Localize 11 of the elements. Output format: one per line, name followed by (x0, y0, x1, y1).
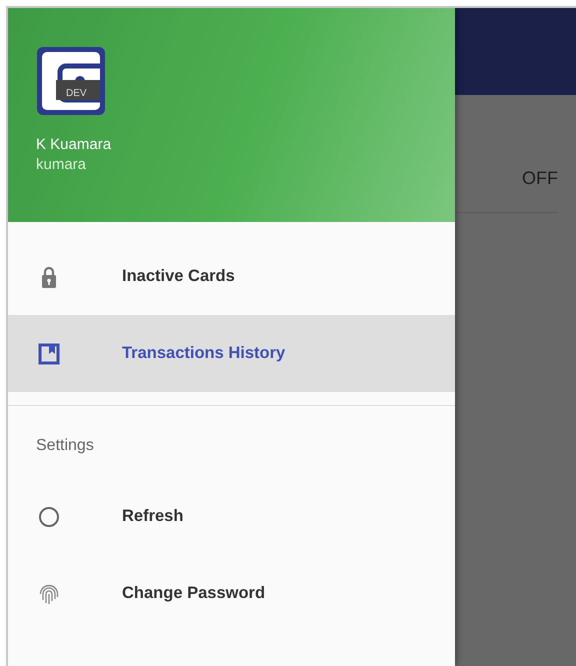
toggle-label: OFF (522, 167, 558, 190)
user-login: kumara (36, 155, 88, 175)
bookmark-icon (36, 340, 62, 366)
menu-item[interactable]: Change Password (8, 555, 455, 632)
menu-item[interactable]: Transactions History (8, 315, 455, 392)
app-logo-icon (36, 46, 106, 116)
dev-badge-text: DEV (66, 87, 88, 101)
user-name: K Kuamara (36, 135, 112, 155)
menu-item[interactable]: Inactive Cards (8, 238, 455, 315)
section-title: Settings (36, 437, 94, 454)
menu-item[interactable]: Refresh (8, 478, 455, 555)
